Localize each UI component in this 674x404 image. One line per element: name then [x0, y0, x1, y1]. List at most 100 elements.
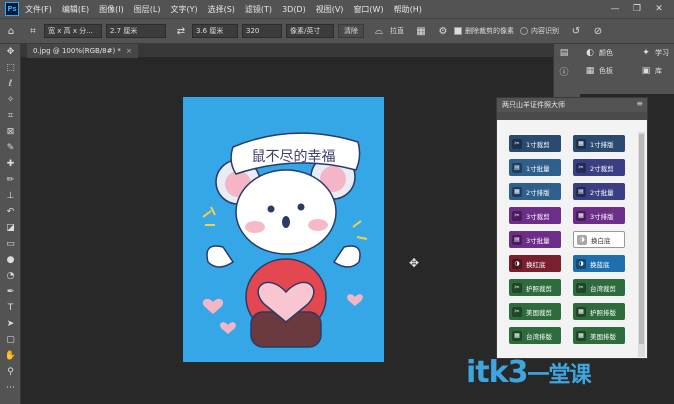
clear-button[interactable]: 清除	[338, 24, 364, 38]
overlay-grid-icon[interactable]: ▦	[414, 24, 428, 38]
plugin-scrollbar[interactable]	[638, 132, 645, 357]
watermark-sub: 一堂课	[527, 363, 591, 388]
plugin-button-7[interactable]: ✂ 3寸裁剪	[509, 207, 561, 224]
hand-tool-icon[interactable]: ✋	[0, 348, 21, 364]
document-tab-bar: 0.jpg @ 100%(RGB/8#) * ×	[21, 44, 553, 58]
history-brush-tool-icon[interactable]: ↶	[0, 204, 21, 220]
menu-edit[interactable]: 编辑(E)	[62, 4, 89, 15]
library-panel-label: 库	[655, 67, 662, 75]
menu-type[interactable]: 文字(Y)	[170, 4, 197, 15]
frame-tool-icon[interactable]: ⊠	[0, 124, 21, 140]
eyedropper-tool-icon[interactable]: ✎	[0, 140, 21, 156]
menu-filter[interactable]: 滤镜(T)	[245, 4, 272, 15]
plugin-button-18[interactable]: ▦ 美国排版	[573, 327, 625, 344]
document-image[interactable]: 鼠不尽的幸福	[183, 97, 384, 362]
plugin-button-13[interactable]: ✂ 护照裁剪	[509, 279, 561, 296]
plugin-button-4[interactable]: ✂ 2寸裁剪	[573, 159, 625, 176]
brush-tool-icon[interactable]: ✏	[0, 172, 21, 188]
zoom-tool-icon[interactable]: ⚲	[0, 364, 21, 380]
plugin-title-bar[interactable]: 两只山羊证件照大师 ≡	[497, 98, 647, 112]
plugin-button-10[interactable]: ◑ 换白底	[573, 231, 625, 248]
content-aware-checkbox[interactable]	[520, 27, 528, 35]
plugin-button-17[interactable]: ▦ 台湾排版	[509, 327, 561, 344]
history-panel-button[interactable]: ▤	[554, 44, 580, 62]
crop-tool-icon[interactable]: ⌗	[0, 108, 21, 124]
plugin-button-3[interactable]: ▤ 1寸批量	[509, 159, 561, 176]
cancel-icon[interactable]: ⊘	[591, 24, 605, 38]
stamp-tool-icon[interactable]: ⊥	[0, 188, 21, 204]
plugin-button-15[interactable]: ✂ 美国裁剪	[509, 303, 561, 320]
marquee-tool-icon[interactable]: ⬚	[0, 60, 21, 76]
healing-tool-icon[interactable]: ✚	[0, 156, 21, 172]
move-tool-icon[interactable]: ✥	[0, 44, 21, 60]
unit-select[interactable]: 像素/英寸	[286, 24, 334, 38]
blur-tool-icon[interactable]: ●	[0, 252, 21, 268]
more-tools-icon[interactable]: ⋯	[0, 380, 21, 396]
content-aware-label: 内容识别	[531, 27, 559, 35]
type-tool-icon[interactable]: T	[0, 300, 21, 316]
ratio-select[interactable]: 宽 x 高 x 分...	[44, 24, 102, 38]
menu-image[interactable]: 图像(I)	[99, 4, 124, 15]
learn-panel-button[interactable]: ✦ 学习	[636, 44, 674, 62]
tools-panel: ✥ ⬚ ℓ ✧ ⌗ ⊠ ✎ ✚ ✏ ⊥ ↶ ◪ ▭ ● ◔ ✒ T ➤ ▢ ✋ …	[0, 44, 21, 404]
lasso-tool-icon[interactable]: ℓ	[0, 76, 21, 92]
plugin-button-6[interactable]: ▤ 2寸批量	[573, 183, 625, 200]
plugin-button-12[interactable]: ◑ 换蓝底	[573, 255, 625, 272]
straighten-icon[interactable]: ⌓	[372, 24, 386, 38]
resolution-field[interactable]: 320	[242, 24, 282, 38]
menu-3d[interactable]: 3D(D)	[282, 5, 306, 14]
gradient-tool-icon[interactable]: ▭	[0, 236, 21, 252]
layout-icon: ▦	[512, 186, 522, 197]
swatches-panel-button[interactable]: ▦ 色板	[580, 62, 636, 80]
path-select-tool-icon[interactable]: ➤	[0, 316, 21, 332]
plugin-button-2[interactable]: ▦ 1寸排版	[573, 135, 625, 152]
eraser-tool-icon[interactable]: ◪	[0, 220, 21, 236]
canvas-area[interactable]: 鼠不尽的幸福 ✥	[21, 58, 553, 404]
quick-select-tool-icon[interactable]: ✧	[0, 92, 21, 108]
color-panel-button[interactable]: ◐ 颜色	[580, 44, 636, 62]
plugin-button-8[interactable]: ▦ 3寸排版	[573, 207, 625, 224]
greeting-banner: 鼠不尽的幸福	[228, 140, 359, 172]
menu-layer[interactable]: 图层(L)	[134, 4, 161, 15]
reset-icon[interactable]: ↺	[569, 24, 583, 38]
menu-view[interactable]: 视图(V)	[316, 4, 344, 15]
document-tab[interactable]: 0.jpg @ 100%(RGB/8#) * ×	[27, 44, 138, 58]
library-panel-button[interactable]: ▣ 库	[636, 62, 674, 80]
plugin-button-16[interactable]: ▦ 护照排版	[573, 303, 625, 320]
width-field[interactable]: 2.7 厘米	[106, 24, 166, 38]
height-field[interactable]: 3.6 厘米	[192, 24, 238, 38]
lightbulb-icon: ✦	[642, 48, 650, 58]
straighten-label[interactable]: 拉直	[390, 26, 404, 36]
plugin-button-14[interactable]: ✂ 台湾裁剪	[573, 279, 625, 296]
shape-tool-icon[interactable]: ▢	[0, 332, 21, 348]
learn-panel-group: ✦ 学习 ▣ 库	[636, 44, 674, 94]
plugin-title: 两只山羊证件照大师	[502, 101, 565, 109]
plugin-button-5[interactable]: ▦ 2寸排版	[509, 183, 561, 200]
gear-icon[interactable]: ⚙	[436, 24, 450, 38]
plugin-button-1[interactable]: ✂ 1寸裁剪	[509, 135, 561, 152]
minimize-button[interactable]: —	[604, 4, 626, 14]
menu-file[interactable]: 文件(F)	[25, 4, 52, 15]
menu-window[interactable]: 窗口(W)	[353, 4, 383, 15]
menu-select[interactable]: 选择(S)	[208, 4, 235, 15]
plugin-button-9[interactable]: ▤ 3寸批量	[509, 231, 561, 248]
options-bar: ⌂ ⌗ 宽 x 高 x 分... 2.7 厘米 ⇄ 3.6 厘米 320 像素/…	[0, 18, 674, 44]
delete-cropped-checkbox[interactable]	[454, 27, 462, 35]
info-panel-button[interactable]: ⓘ	[554, 62, 580, 80]
panel-menu-icon[interactable]: ≡	[636, 99, 643, 108]
library-icon: ▣	[641, 66, 651, 76]
plugin-button-11[interactable]: ◑ 换红底	[509, 255, 561, 272]
palette-icon: ◐	[586, 48, 594, 58]
watermark-main: itk3	[466, 355, 528, 390]
crop-tool-icon[interactable]: ⌗	[26, 24, 40, 38]
plugin-scroll-thumb[interactable]	[639, 134, 644, 344]
close-button[interactable]: ✕	[648, 4, 670, 14]
swatches-panel-label: 色板	[599, 67, 613, 75]
menu-help[interactable]: 帮助(H)	[394, 4, 422, 15]
close-tab-icon[interactable]: ×	[126, 47, 132, 55]
home-icon[interactable]: ⌂	[4, 24, 18, 38]
dodge-tool-icon[interactable]: ◔	[0, 268, 21, 284]
restore-button[interactable]: ❐	[626, 4, 648, 14]
pen-tool-icon[interactable]: ✒	[0, 284, 21, 300]
swap-icon[interactable]: ⇄	[174, 24, 188, 38]
